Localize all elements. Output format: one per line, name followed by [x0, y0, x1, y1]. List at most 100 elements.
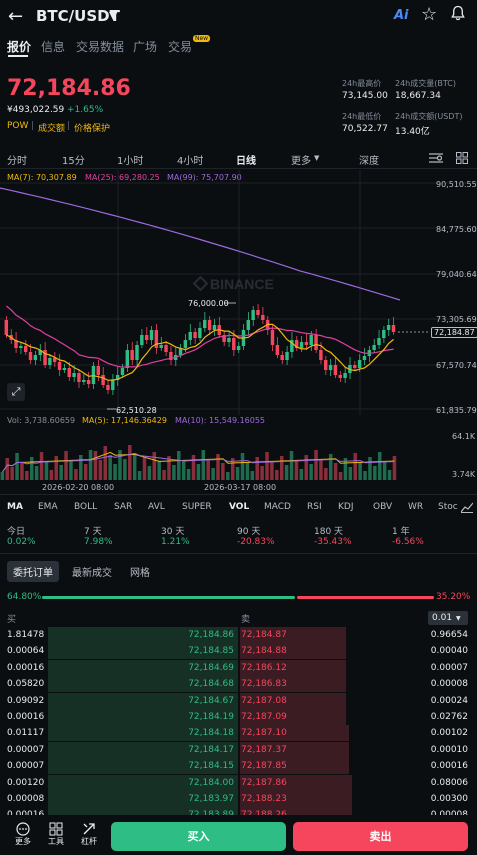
volume-bar	[123, 459, 127, 480]
precision-select[interactable]: 0.01 ▼	[428, 611, 468, 625]
leverage-button[interactable]: 杠杆	[76, 822, 102, 847]
tools-grid-icon	[49, 822, 63, 836]
tab-recent-trades[interactable]: 最新成交	[72, 564, 112, 579]
tab-quote[interactable]: 报价	[7, 38, 31, 55]
indicator-tab-sar[interactable]: SAR	[114, 502, 132, 512]
orderbook-row[interactable]: 1.81478 72,184.86 72,184.87 0.96654	[0, 627, 477, 643]
more-button[interactable]: 更多	[10, 822, 36, 847]
orderbook-row[interactable]: 0.00007 72,184.17 72,187.37 0.00010	[0, 741, 477, 758]
bid-quantity: 0.00064	[7, 646, 45, 657]
tab-square[interactable]: 广场	[133, 38, 157, 55]
volume-bar	[284, 465, 289, 480]
volume-bar	[5, 458, 10, 480]
notification-bell-icon[interactable]	[450, 5, 466, 21]
buy-button[interactable]: 买入	[111, 822, 286, 851]
stat-label-high: 24h最高价	[342, 79, 382, 88]
period-1d[interactable]: 日线	[236, 152, 256, 167]
period-depth[interactable]: 深度	[359, 152, 379, 167]
indicator-tab-avl[interactable]: AVL	[148, 502, 165, 512]
volume-bar	[152, 452, 157, 480]
date-axis-label: 2026-03-17 08:00	[204, 483, 277, 492]
indicator-tab-ma[interactable]: MA	[7, 502, 23, 512]
sell-button[interactable]: 卖出	[293, 822, 468, 851]
bid-price: 72,184.19	[188, 712, 234, 722]
divider	[0, 553, 477, 554]
divider	[0, 494, 477, 495]
price-change: +1.65%	[67, 105, 104, 115]
tools-button[interactable]: 工具	[43, 822, 69, 847]
stat-value-low: 70,522.77	[342, 124, 388, 134]
back-arrow-icon[interactable]: ←	[8, 6, 23, 27]
candle-body	[19, 346, 23, 348]
volume-bar	[324, 468, 328, 480]
indicator-tab-macd[interactable]: MACD	[264, 502, 291, 512]
bid-price: 72,184.17	[188, 744, 234, 755]
indicator-tab-stoch[interactable]: Stoc	[438, 502, 458, 512]
candle-body	[386, 325, 391, 330]
period-4h[interactable]: 4小时	[177, 152, 203, 167]
more-dropdown-icon[interactable]: ▼	[314, 154, 319, 162]
indicator-tab-wr[interactable]: WR	[408, 502, 423, 512]
perf-value-180d: -35.43%	[314, 537, 352, 547]
ask-price: 72,187.37	[241, 744, 287, 755]
period-time[interactable]: 分时	[7, 152, 27, 167]
more-label: 更多	[15, 837, 31, 846]
tab-order-book[interactable]: 委托订单	[7, 561, 59, 582]
period-15m[interactable]: 15分	[62, 152, 85, 167]
volume-bar	[10, 467, 14, 480]
bid-price: 72,184.68	[188, 679, 234, 690]
orderbook-row[interactable]: 0.00064 72,184.85 72,184.88 0.00040	[0, 643, 477, 660]
volume-bar	[201, 450, 206, 480]
orderbook-row[interactable]: 0.00016 72,184.19 72,187.09 0.02762	[0, 709, 477, 725]
indicator-settings-icon[interactable]	[429, 152, 443, 164]
ask-quantity: 0.00016	[430, 761, 468, 772]
volume-bar	[74, 469, 78, 480]
indicator-tab-kdj[interactable]: KDJ	[338, 502, 354, 512]
candle-body	[280, 355, 284, 360]
perf-label-180d: 180 天	[314, 527, 344, 537]
indicator-tab-super[interactable]: SUPER	[182, 502, 212, 512]
candlestick-chart[interactable]: BINANCE 76,000.00 62,510.28	[0, 170, 477, 415]
candle-body	[382, 330, 386, 338]
tab-grid[interactable]: 网格	[130, 564, 150, 579]
indicator-tab-boll[interactable]: BOLL	[74, 502, 97, 512]
volume-bar	[88, 450, 93, 480]
layout-grid-icon[interactable]	[456, 152, 468, 164]
orderbook-row[interactable]: 0.00008 72,183.97 72,188.23 0.00300	[0, 791, 477, 807]
chart-edit-icon[interactable]	[461, 501, 473, 513]
tab-trade[interactable]: 交易	[168, 38, 192, 55]
expand-chart-icon[interactable]: ⤢	[7, 383, 25, 401]
cny-price: ¥493,022.59	[7, 105, 65, 115]
orderbook-row[interactable]: 0.09092 72,184.67 72,187.08 0.00024	[0, 692, 477, 709]
candle-body	[309, 335, 313, 345]
pair-dropdown-icon[interactable]: ▼	[109, 9, 117, 22]
ask-price: 72,187.09	[241, 712, 287, 722]
tag-pow[interactable]: POW	[7, 121, 28, 131]
ask-quantity: 0.00040	[430, 646, 468, 657]
orderbook-row[interactable]: 0.05820 72,184.68 72,186.83 0.00008	[0, 676, 477, 693]
volume-bar	[216, 454, 220, 480]
indicator-tab-vol[interactable]: VOL	[229, 502, 249, 512]
orderbook-row[interactable]: 0.01117 72,184.18 72,187.10 0.00102	[0, 725, 477, 742]
indicator-tab-ema[interactable]: EMA	[38, 502, 58, 512]
period-more[interactable]: 更多	[291, 152, 311, 167]
candle-body	[57, 362, 62, 370]
indicator-tab-rsi[interactable]: RSI	[307, 502, 322, 512]
candle-body	[251, 310, 255, 320]
orderbook-row[interactable]: 0.00016 72,184.69 72,186.12 0.00007	[0, 659, 477, 676]
tab-info[interactable]: 信息	[41, 38, 65, 55]
indicator-tab-obv[interactable]: OBV	[373, 502, 392, 512]
volume-bar	[186, 469, 191, 480]
candle-body	[256, 310, 260, 315]
orderbook-row[interactable]: 0.00007 72,184.15 72,187.85 0.00016	[0, 758, 477, 775]
period-1h[interactable]: 1小时	[117, 152, 143, 167]
tag-volume[interactable]: 成交额	[38, 121, 65, 134]
orderbook-row[interactable]: 0.00120 72,184.00 72,187.86 0.08006	[0, 774, 477, 791]
ai-assistant-button[interactable]: Ai	[394, 8, 409, 23]
favorite-star-icon[interactable]: ☆	[421, 4, 437, 25]
perf-label-1y: 1 年	[392, 527, 410, 537]
tab-trading-data[interactable]: 交易数据	[76, 38, 124, 55]
buy-ratio-bar	[42, 596, 295, 599]
tag-price-protection[interactable]: 价格保护	[74, 121, 110, 134]
pair-title[interactable]: BTC/USDT	[36, 7, 120, 25]
